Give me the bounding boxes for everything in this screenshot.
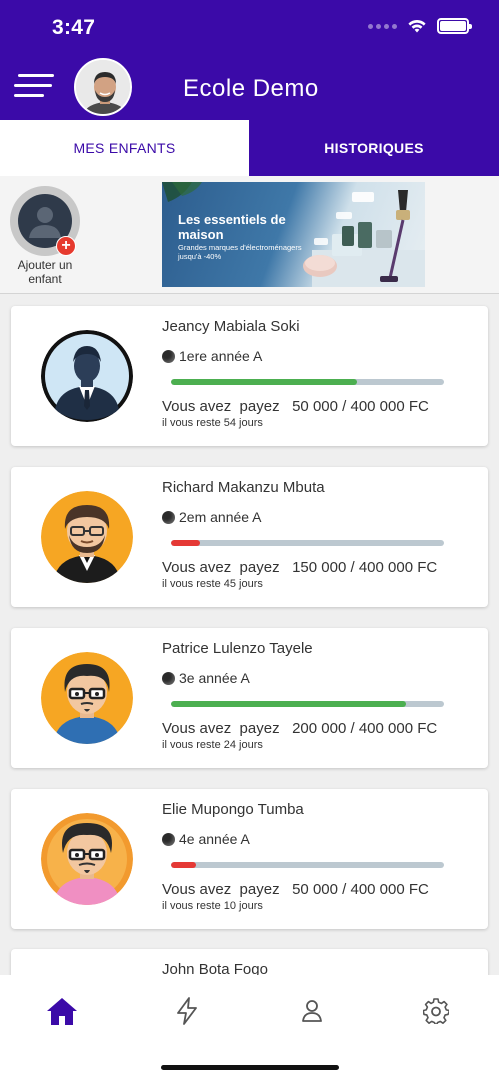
payment-amount: 50 000 / 400 000 FC <box>292 881 429 898</box>
child-name: Richard Makanzu Mbuta <box>162 479 325 496</box>
payment-label: Vous avez payez <box>162 881 280 898</box>
menu-button[interactable] <box>14 72 54 102</box>
payment-progress <box>171 540 444 546</box>
child-card[interactable]: Elie Mupongo Tumba 4e année A Vous avez … <box>11 789 488 929</box>
page-title: Ecole Demo <box>183 75 319 102</box>
class-dot-icon <box>162 832 175 846</box>
top-strip: + Ajouter un enfant Les essentiels de ma… <box>0 176 499 294</box>
child-name: Jeancy Mabiala Soki <box>162 318 300 335</box>
nav-activity[interactable] <box>167 991 207 1031</box>
class-label: 3e année A <box>179 670 250 686</box>
payment-amount: 150 000 / 400 000 FC <box>292 559 438 576</box>
promo-banner[interactable]: Les essentiels de maison Grandes marques… <box>162 182 425 287</box>
payment-summary: Vous avez payez 50 000 / 400 000 FC <box>162 881 429 898</box>
banner-title: Les essentiels de maison <box>178 212 286 242</box>
child-avatar <box>41 330 133 422</box>
class-dot-icon <box>162 510 175 524</box>
payment-progress <box>171 701 444 707</box>
lightning-icon <box>177 997 197 1025</box>
user-icon <box>302 1000 322 1022</box>
child-card[interactable]: Richard Makanzu Mbuta 2em année A Vous a… <box>11 467 488 607</box>
signal-icon <box>368 23 397 29</box>
add-child-button[interactable]: + Ajouter un enfant <box>8 186 82 286</box>
payment-progress <box>171 862 444 868</box>
payment-amount: 200 000 / 400 000 FC <box>292 720 438 737</box>
payment-progress <box>171 379 444 385</box>
nav-profile[interactable] <box>292 991 332 1031</box>
home-indicator <box>161 1065 339 1070</box>
nav-home[interactable] <box>42 991 82 1031</box>
payment-label: Vous avez payez <box>162 720 280 737</box>
wifi-icon <box>408 19 426 33</box>
nav-settings[interactable] <box>416 991 456 1031</box>
plus-icon: + <box>56 236 76 256</box>
days-remaining: il vous reste 24 jours <box>162 739 263 751</box>
home-icon <box>47 998 77 1025</box>
payment-amount: 50 000 / 400 000 FC <box>292 398 429 415</box>
bottom-nav <box>0 975 499 1080</box>
user-avatar[interactable] <box>74 58 132 116</box>
class-label: 1ere année A <box>179 348 263 364</box>
child-class: 3e année A <box>162 670 250 686</box>
payment-label: Vous avez payez <box>162 559 280 576</box>
add-child-avatar: + <box>10 186 80 256</box>
child-avatar <box>41 652 133 744</box>
app-header: 3:47 Ecole Demo MES ENFANTS HISTORIQUES <box>0 0 499 176</box>
payment-label: Vous avez payez <box>162 398 280 415</box>
child-avatar <box>41 491 133 583</box>
child-name: Elie Mupongo Tumba <box>162 801 304 818</box>
tab-bar: MES ENFANTS HISTORIQUES <box>0 120 499 176</box>
tab-mes-enfants[interactable]: MES ENFANTS <box>0 120 249 176</box>
class-dot-icon <box>162 671 175 685</box>
days-remaining: il vous reste 45 jours <box>162 578 263 590</box>
add-child-label: Ajouter un enfant <box>17 258 73 286</box>
child-avatar <box>41 813 133 905</box>
child-class: 1ere année A <box>162 348 262 364</box>
child-class: 2em année A <box>162 509 262 525</box>
child-name: Patrice Lulenzo Tayele <box>162 640 313 657</box>
payment-summary: Vous avez payez 50 000 / 400 000 FC <box>162 398 429 415</box>
gear-icon <box>423 998 449 1024</box>
payment-summary: Vous avez payez 150 000 / 400 000 FC <box>162 559 437 576</box>
status-time: 3:47 <box>52 16 96 39</box>
days-remaining: il vous reste 54 jours <box>162 417 263 429</box>
child-card[interactable]: Jeancy Mabiala Soki 1ere année A Vous av… <box>11 306 488 446</box>
child-card[interactable]: Patrice Lulenzo Tayele 3e année A Vous a… <box>11 628 488 768</box>
class-label: 4e année A <box>179 831 250 847</box>
battery-icon <box>437 18 472 34</box>
banner-subtitle: Grandes marques d'électroménagers jusqu'… <box>178 243 302 261</box>
child-class: 4e année A <box>162 831 250 847</box>
class-dot-icon <box>162 349 175 363</box>
payment-summary: Vous avez payez 200 000 / 400 000 FC <box>162 720 437 737</box>
days-remaining: il vous reste 10 jours <box>162 900 263 912</box>
class-label: 2em année A <box>179 509 262 525</box>
tab-historiques[interactable]: HISTORIQUES <box>249 120 499 176</box>
status-icons <box>368 18 472 34</box>
